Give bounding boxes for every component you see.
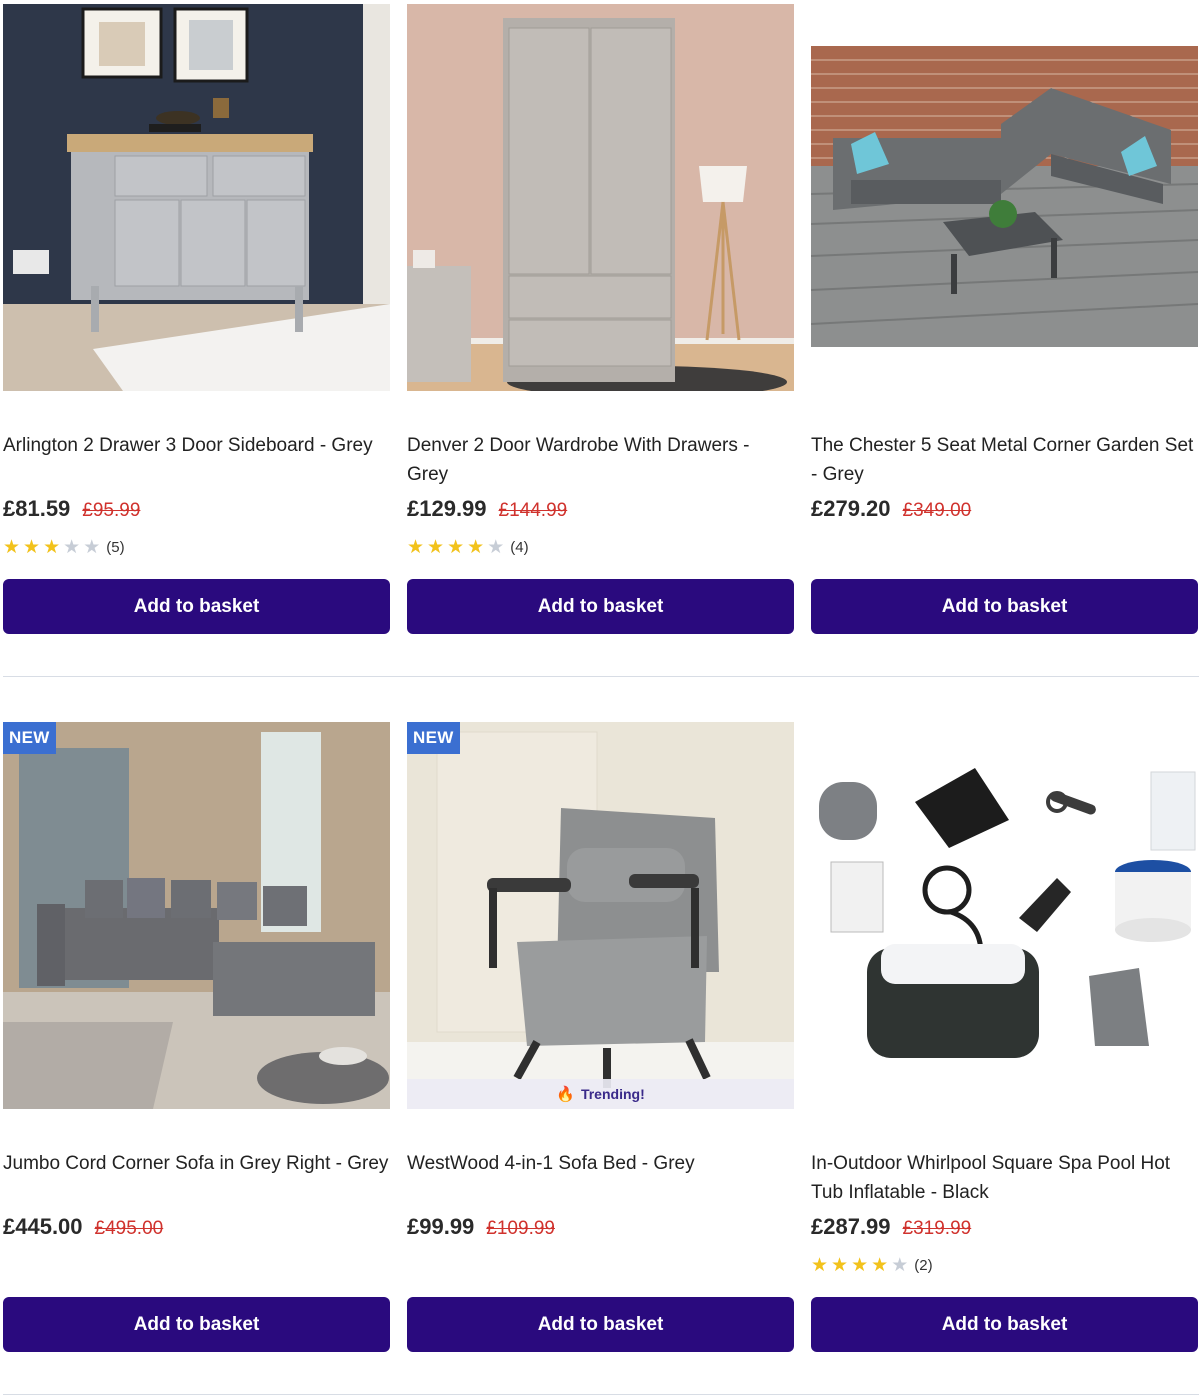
star-icon: ★ <box>3 537 21 558</box>
current-price: £129.99 <box>407 496 487 521</box>
add-to-basket-button[interactable]: Add to basket <box>407 1297 794 1352</box>
review-count: (2) <box>914 1257 933 1274</box>
add-to-basket-button[interactable]: Add to basket <box>407 579 794 634</box>
new-badge: NEW <box>407 722 460 754</box>
product-title[interactable]: The Chester 5 Seat Metal Corner Garden S… <box>811 431 1198 489</box>
star-icon: ★ <box>427 537 445 558</box>
star-icon: ★ <box>83 537 101 558</box>
add-to-basket-button[interactable]: Add to basket <box>811 1297 1198 1352</box>
product-image-sideboard[interactable] <box>3 4 390 391</box>
was-price: £144.99 <box>498 500 568 521</box>
star-icon: ★ <box>23 537 41 558</box>
star-rating: ★ ★ ★ ★ ★ (5) <box>3 538 125 557</box>
star-icon: ★ <box>407 537 425 558</box>
new-badge: NEW <box>3 722 56 754</box>
star-icon: ★ <box>891 1255 909 1276</box>
was-price: £319.99 <box>902 1218 972 1239</box>
current-price: £81.59 <box>3 496 71 521</box>
product-card-corner-sofa[interactable]: NEW Jumbo Cord Corner Sofa in Grey Right… <box>3 722 390 1353</box>
star-icon: ★ <box>811 1255 829 1276</box>
product-card-garden-set[interactable]: The Chester 5 Seat Metal Corner Garden S… <box>811 4 1198 635</box>
row-divider <box>3 1394 1199 1395</box>
product-title[interactable]: In-Outdoor Whirlpool Square Spa Pool Hot… <box>811 1149 1198 1207</box>
was-price: £349.00 <box>902 500 972 521</box>
price-group: £445.00 £495.00 <box>3 1214 163 1240</box>
add-to-basket-button[interactable]: Add to basket <box>811 579 1198 634</box>
star-icon: ★ <box>43 537 61 558</box>
product-card-wardrobe[interactable]: Denver 2 Door Wardrobe With Drawers - Gr… <box>407 4 794 635</box>
product-card-hot-tub[interactable]: In-Outdoor Whirlpool Square Spa Pool Hot… <box>811 722 1198 1353</box>
was-price: £95.99 <box>82 500 141 521</box>
product-title[interactable]: WestWood 4-in-1 Sofa Bed - Grey <box>407 1149 794 1178</box>
star-icon: ★ <box>851 1255 869 1276</box>
product-image-sofa-bed[interactable]: NEW 🔥 Trending! <box>407 722 794 1109</box>
price-group: £129.99 £144.99 <box>407 496 567 522</box>
star-rating: ★ ★ ★ ★ ★ (2) <box>811 1256 933 1275</box>
trending-label: Trending! <box>580 1086 645 1102</box>
product-image-hot-tub[interactable] <box>811 722 1198 1109</box>
product-image-wardrobe[interactable] <box>407 4 794 391</box>
current-price: £287.99 <box>811 1214 891 1239</box>
trending-banner: 🔥 Trending! <box>407 1079 794 1109</box>
star-icon: ★ <box>871 1255 889 1276</box>
product-card-sofa-bed[interactable]: NEW 🔥 Trending! WestWood 4-in-1 Sofa Bed… <box>407 722 794 1353</box>
flame-icon: 🔥 <box>556 1086 575 1103</box>
product-grid-row-1: Arlington 2 Drawer 3 Door Sideboard - Gr… <box>3 4 1199 635</box>
star-rating: ★ ★ ★ ★ ★ (4) <box>407 538 529 557</box>
product-title[interactable]: Arlington 2 Drawer 3 Door Sideboard - Gr… <box>3 431 390 460</box>
was-price: £109.99 <box>486 1218 555 1239</box>
was-price: £495.00 <box>94 1218 164 1239</box>
review-count: (4) <box>510 539 529 556</box>
product-image-corner-sofa[interactable]: NEW <box>3 722 390 1109</box>
product-image-garden-set[interactable] <box>811 4 1198 391</box>
add-to-basket-button[interactable]: Add to basket <box>3 1297 390 1352</box>
price-group: £287.99 £319.99 <box>811 1214 971 1240</box>
product-title[interactable]: Denver 2 Door Wardrobe With Drawers - Gr… <box>407 431 794 489</box>
current-price: £445.00 <box>3 1214 83 1239</box>
star-icon: ★ <box>447 537 465 558</box>
current-price: £279.20 <box>811 496 891 521</box>
star-icon: ★ <box>831 1255 849 1276</box>
row-divider <box>3 676 1199 677</box>
star-icon: ★ <box>487 537 505 558</box>
product-title[interactable]: Jumbo Cord Corner Sofa in Grey Right - G… <box>3 1149 390 1178</box>
product-card-sideboard[interactable]: Arlington 2 Drawer 3 Door Sideboard - Gr… <box>3 4 390 635</box>
price-group: £99.99 £109.99 <box>407 1214 555 1240</box>
star-icon: ★ <box>467 537 485 558</box>
price-group: £279.20 £349.00 <box>811 496 971 522</box>
price-group: £81.59 £95.99 <box>3 496 140 522</box>
product-grid-row-2: NEW Jumbo Cord Corner Sofa in Grey Right… <box>3 722 1199 1353</box>
current-price: £99.99 <box>407 1214 475 1239</box>
star-icon: ★ <box>63 537 81 558</box>
review-count: (5) <box>106 539 125 556</box>
add-to-basket-button[interactable]: Add to basket <box>3 579 390 634</box>
